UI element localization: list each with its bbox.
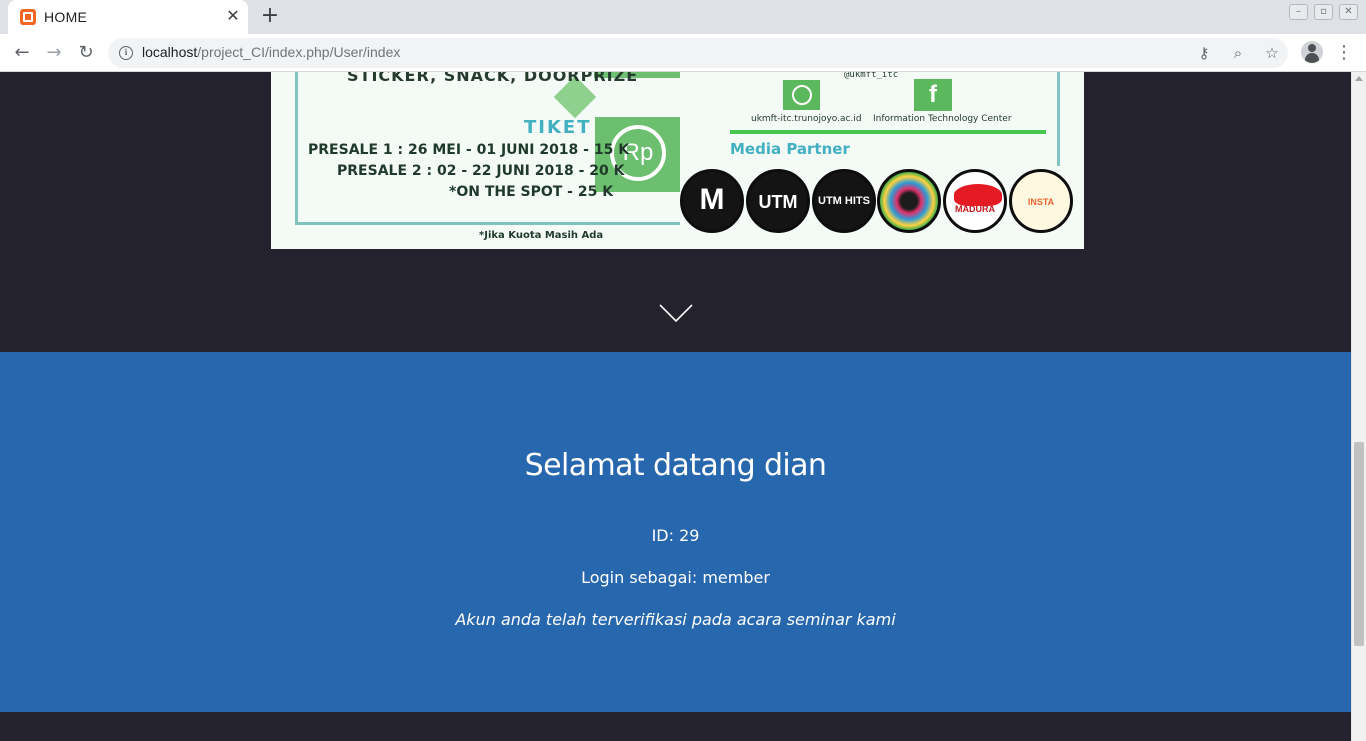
poster-frame [295,222,680,225]
poster-facebook: Information Technology Center [873,114,1012,124]
verification-note: Akun anda telah terverifikasi pada acara… [455,610,896,629]
tab-title: HOME [44,9,88,25]
back-arrow-icon[interactable]: ← [9,40,35,66]
url-host: localhost [142,44,198,60]
partner-logo: MADURA HOLIC [943,169,1007,233]
reload-icon[interactable]: ↻ [73,40,99,66]
hero-section: STICKER, SNACK, DOORPRIZE @ukmft_itc f u… [0,72,1351,352]
poster-divider [730,130,1046,134]
poster-presale-2: PRESALE 2 : 02 - 22 JUNI 2018 - 20 K [337,163,625,179]
url-text[interactable]: localhost/project_CI/index.php/User/inde… [142,44,400,60]
new-tab-button[interactable]: + [258,4,282,28]
partner-logo: INSTA [1009,169,1073,233]
poster-kuota-note: *Jika Kuota Masih Ada [479,230,604,241]
scroll-thumb[interactable] [1354,442,1364,646]
zoom-icon[interactable]: ⌕ [1227,42,1249,64]
poster-frame [295,72,298,224]
restore-button[interactable]: ▫ [1314,4,1333,20]
tab-strip: HOME ✕ + – ▫ ✕ [0,0,1366,34]
tab-home[interactable]: HOME ✕ [8,0,248,34]
chevron-down-icon[interactable] [659,304,693,322]
welcome-section: Selamat datang dian ID: 29 Login sebagai… [0,352,1351,712]
poster-website: ukmft-itc.trunojoyo.ac.id [751,114,862,124]
xampp-favicon-icon [20,9,36,25]
globe-icon [783,80,820,110]
next-section [0,712,1351,741]
partner-logo: UTM HITS [812,169,876,233]
close-window-button[interactable]: ✕ [1339,4,1358,20]
poster-media-partner: Media Partner [730,140,850,158]
address-bar[interactable]: i localhost/project_CI/index.php/User/in… [108,38,1288,68]
browser-toolbar: ← → ↻ i localhost/project_CI/index.php/U… [0,34,1366,72]
poster-on-the-spot: *ON THE SPOT - 25 K [449,184,614,200]
page-viewport: STICKER, SNACK, DOORPRIZE @ukmft_itc f u… [0,72,1351,741]
star-icon[interactable]: ☆ [1261,42,1283,64]
welcome-title: Selamat datang dian [524,448,827,483]
profile-avatar-icon[interactable] [1301,41,1323,63]
forward-arrow-icon[interactable]: → [41,40,67,66]
event-poster: STICKER, SNACK, DOORPRIZE @ukmft_itc f u… [271,72,1084,249]
url-path: /project_CI/index.php/User/index [197,44,401,60]
poster-frame [1057,72,1060,166]
minimize-button[interactable]: – [1289,4,1308,20]
facebook-icon: f [914,79,952,111]
user-role: Login sebagai: member [581,568,770,587]
page-scrollbar[interactable] [1351,72,1366,741]
poster-tiket-heading: TIKET [524,117,592,138]
partner-logo: M [680,169,744,233]
partner-logo [877,169,941,233]
menu-dots-icon[interactable]: ⋮ [1334,40,1354,66]
key-icon[interactable]: ⚷ [1193,42,1215,64]
scroll-up-arrow-icon[interactable] [1355,76,1363,81]
partner-logo: UTM [746,169,810,233]
user-id: ID: 29 [651,526,700,545]
poster-prizes: STICKER, SNACK, DOORPRIZE [347,72,639,85]
tab-close-icon[interactable]: ✕ [224,7,242,25]
info-icon[interactable]: i [119,46,133,60]
poster-handle: @ukmft_itc [844,72,899,80]
poster-presale-1: PRESALE 1 : 26 MEI - 01 JUNI 2018 - 15 K [308,142,630,158]
